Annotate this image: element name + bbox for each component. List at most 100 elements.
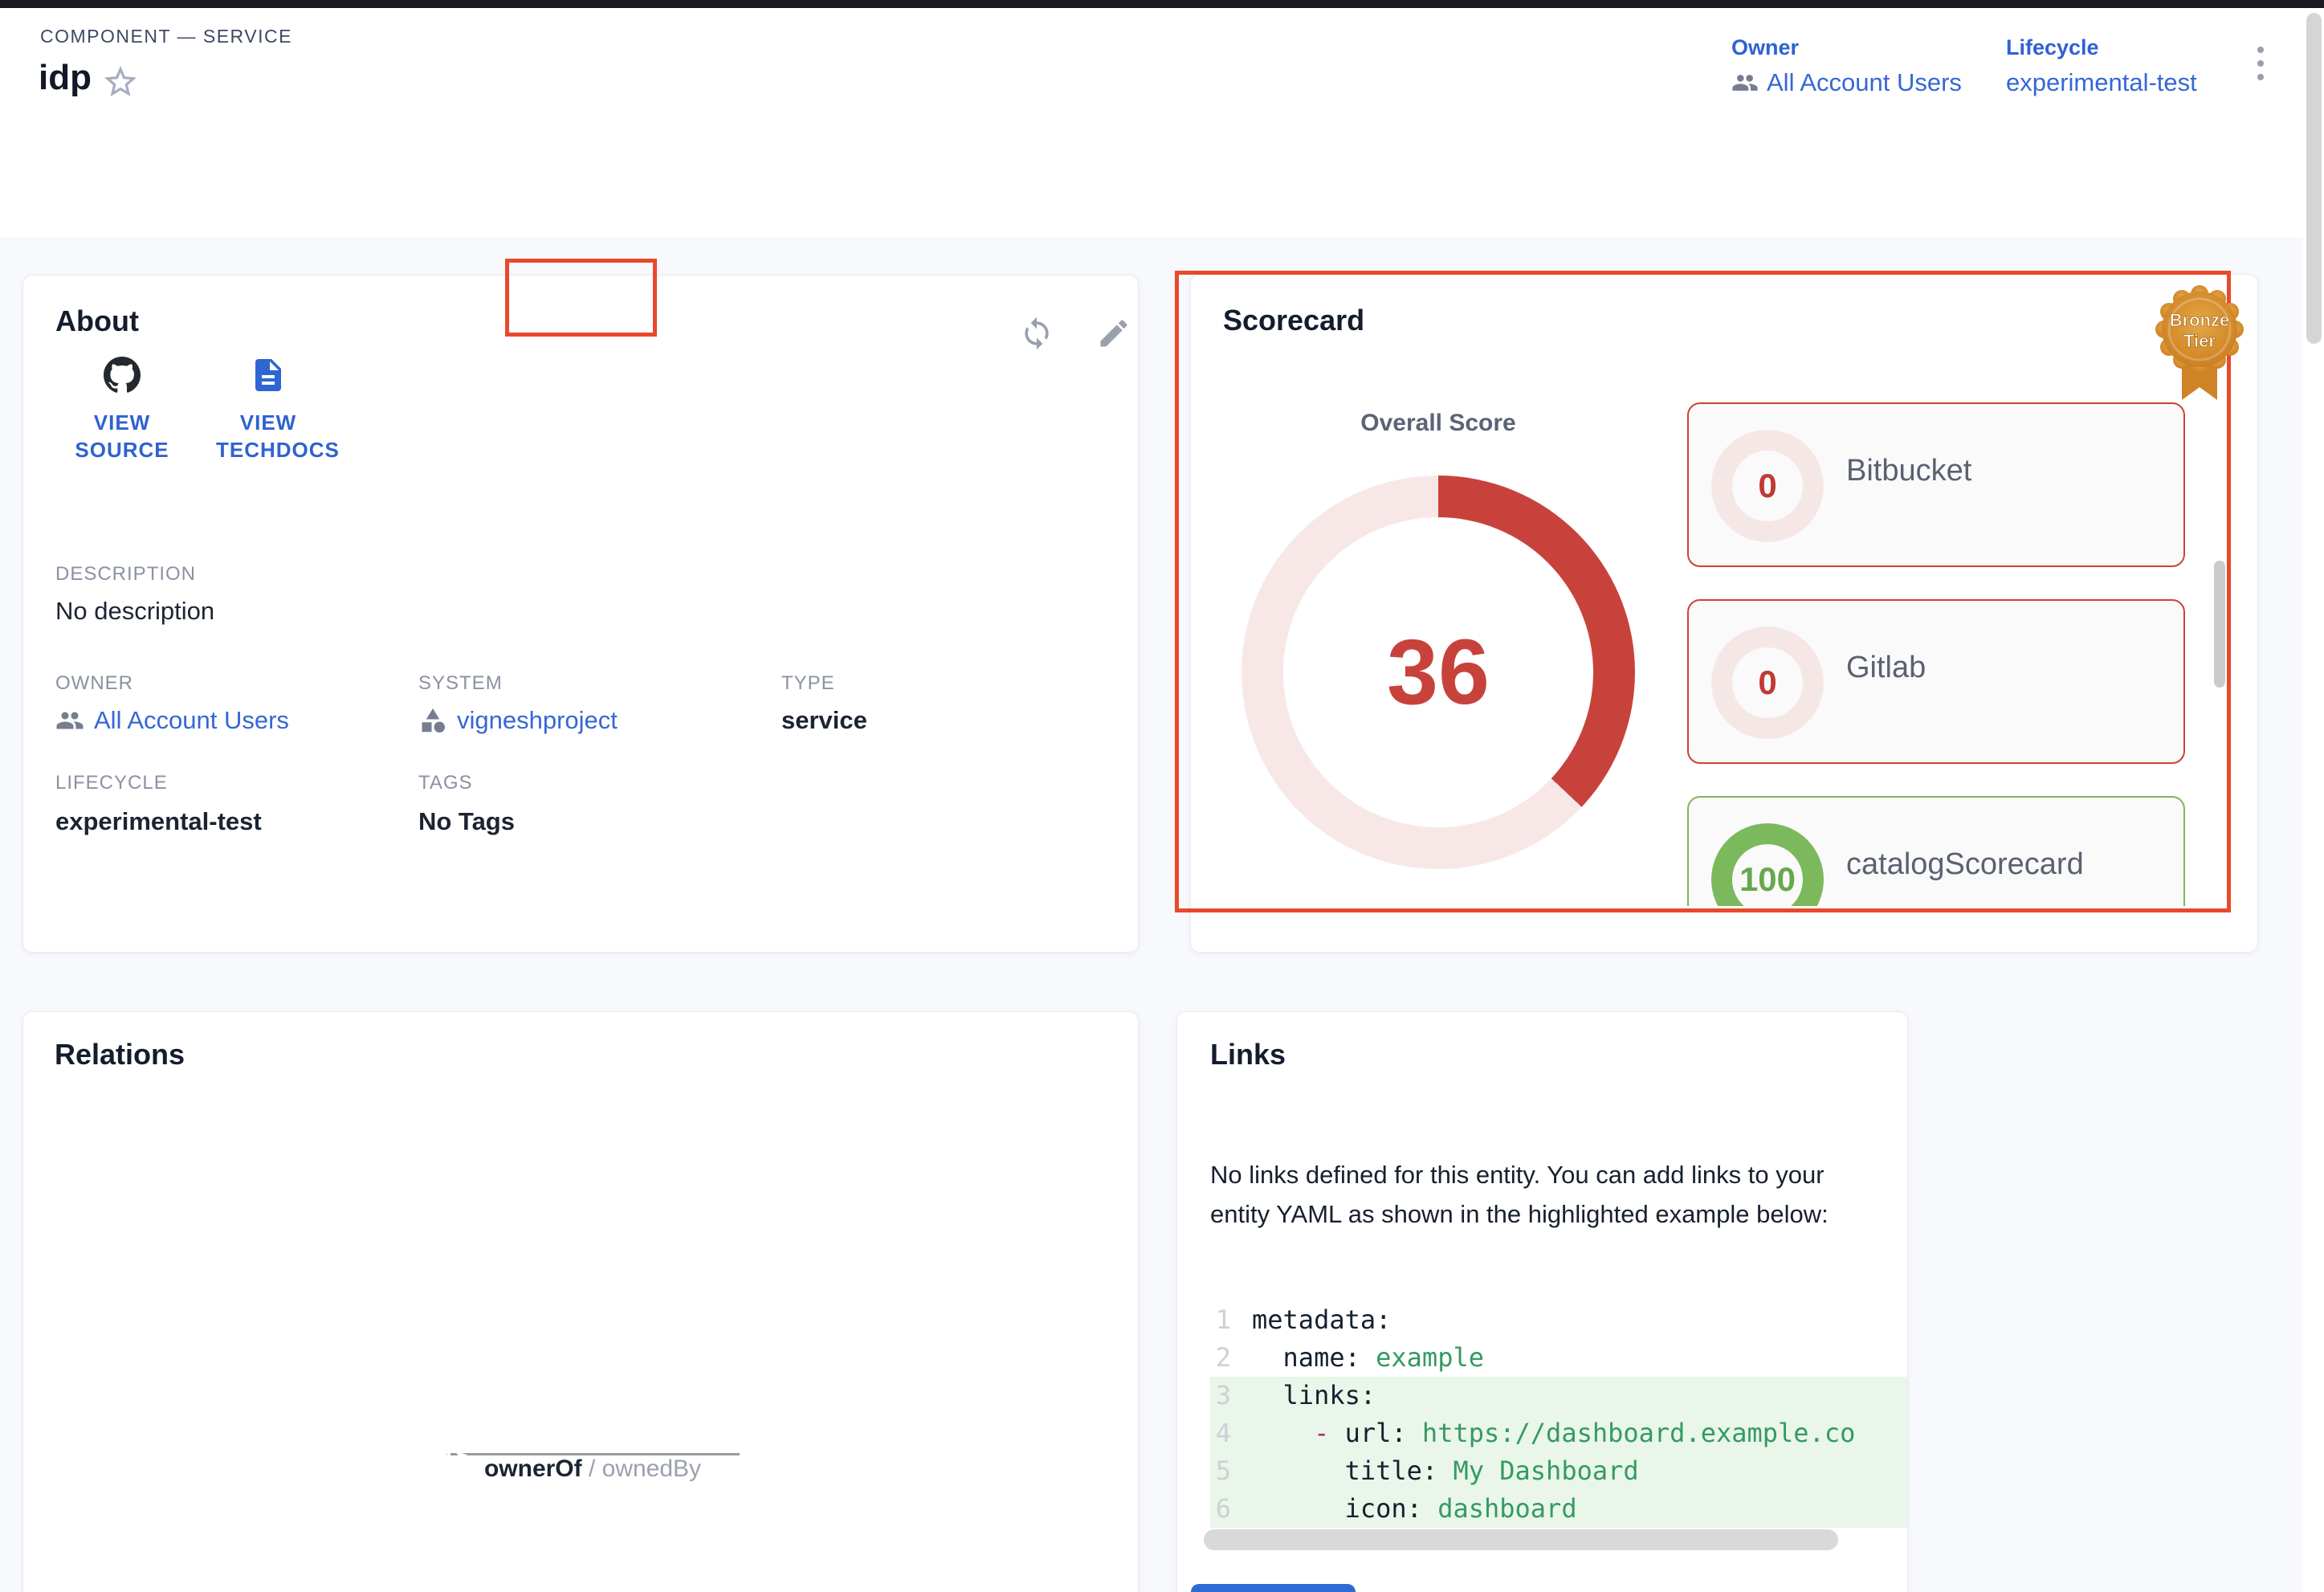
code-value: example [1376, 1342, 1484, 1373]
window-top-bar [0, 0, 2324, 8]
refresh-icon[interactable] [1019, 316, 1054, 351]
relation-ownerof-label: ownerOf [484, 1455, 582, 1482]
people-icon [1731, 69, 1759, 96]
system-value: vigneshproject [457, 706, 618, 735]
line-number: 6 [1210, 1490, 1252, 1528]
bronze-tier-line1: Bronze [2170, 310, 2230, 330]
breadcrumb: COMPONENT — SERVICE [40, 26, 292, 47]
catalogscorecard-label: catalogScorecard [1846, 847, 2084, 882]
about-card: About VIEW SOURCE VIEW TECHDOCS DESCRIPT… [22, 275, 1139, 953]
view-source-label: VIEW SOURCE [70, 409, 174, 463]
github-icon [103, 356, 141, 394]
gitlab-label: Gitlab [1846, 651, 1926, 685]
code-value: dashboard [1437, 1493, 1576, 1524]
owner-label: OWNER [55, 672, 133, 695]
line-number: 4 [1210, 1414, 1252, 1452]
scorecard-item-bitbucket[interactable]: 0 Bitbucket [1687, 402, 2185, 567]
code-line-highlighted: 5 title: My Dashboard [1210, 1452, 1908, 1490]
line-number: 3 [1210, 1377, 1252, 1414]
code-key: icon: [1252, 1493, 1437, 1524]
code-line-highlighted: 6 icon: dashboard [1210, 1490, 1908, 1528]
content-area: About VIEW SOURCE VIEW TECHDOCS DESCRIPT… [0, 237, 2303, 1592]
system-label: SYSTEM [418, 672, 503, 695]
favorite-star-icon[interactable] [101, 63, 140, 101]
catalogscorecard-score-ring: 100 [1711, 823, 1824, 906]
code-line-highlighted: 3 links: [1210, 1377, 1908, 1414]
edit-pencil-icon[interactable] [1096, 316, 1131, 351]
overall-score-label: Overall Score [1242, 410, 1635, 437]
line-number: 2 [1210, 1339, 1252, 1377]
code-dash: - [1252, 1418, 1345, 1448]
header-lifecycle-group: Lifecycle experimental-test [2006, 35, 2197, 97]
header-owner-link[interactable]: All Account Users [1731, 68, 1962, 97]
more-options-kebab-icon[interactable] [2249, 47, 2273, 80]
code-key: links: [1252, 1380, 1376, 1410]
header-owner-label: Owner [1731, 35, 1962, 60]
about-card-title: About [55, 304, 139, 338]
relation-node-owner[interactable]: All Account Users [181, 1422, 493, 1484]
people-icon [55, 706, 84, 735]
overall-score-value: 36 [1387, 619, 1490, 725]
tags-value: No Tags [418, 807, 515, 836]
entity-tabbar: Overview CI/CD Scorecard API Dependencie… [0, 119, 2303, 237]
scorecard-item-catalogscorecard[interactable]: 100 catalogScorecard [1687, 796, 2185, 906]
code-key: title: [1252, 1455, 1453, 1486]
header-lifecycle-label: Lifecycle [2006, 35, 2197, 60]
relation-node-component-label: component:idp [805, 1439, 991, 1468]
partially-visible-blue-button[interactable] [1191, 1584, 1356, 1592]
relations-card-title: Relations [55, 1038, 185, 1072]
view-techdocs-label: VIEW TECHDOCS [216, 409, 320, 463]
code-line: 2 name: example [1210, 1339, 1908, 1377]
bronze-tier-badge: Bronze Tier [2150, 280, 2249, 406]
code-horizontal-scrollbar[interactable] [1204, 1529, 1838, 1550]
line-number: 5 [1210, 1452, 1252, 1490]
relation-edge-label: ownerOf / ownedBy [484, 1455, 701, 1483]
header-lifecycle-value: experimental-test [2006, 68, 2197, 97]
entity-header: COMPONENT — SERVICE idp Owner All Accoun… [0, 8, 2303, 118]
relation-ownedby-label: / ownedBy [582, 1455, 701, 1482]
bitbucket-label: Bitbucket [1846, 454, 1971, 488]
document-icon [249, 356, 287, 394]
links-empty-text: No links defined for this entity. You ca… [1210, 1155, 1882, 1234]
page: COMPONENT — SERVICE idp Owner All Accoun… [0, 0, 2324, 1592]
yaml-code-example: 1 metadata: 2 name: example 3 links: 4 -… [1210, 1301, 1908, 1528]
overall-score-gauge: 36 [1242, 476, 1635, 869]
code-value: https://dashboard.example.co [1422, 1418, 1855, 1448]
catalogscorecard-score-value: 100 [1739, 860, 1796, 899]
code-line-highlighted: 4 - url: https://dashboard.example.co [1210, 1414, 1908, 1452]
links-card-title: Links [1210, 1038, 1286, 1072]
gitlab-score-value: 0 [1758, 663, 1776, 702]
bitbucket-score-ring: 0 [1711, 430, 1824, 542]
code-line: 1 metadata: [1210, 1301, 1908, 1339]
owner-value: All Account Users [94, 706, 289, 735]
people-icon [206, 1438, 236, 1468]
view-techdocs-button[interactable]: VIEW TECHDOCS [192, 356, 345, 463]
relations-card: Relations All Account Users component:id… [22, 1011, 1139, 1592]
chip-icon [764, 1439, 793, 1467]
links-card: Links No links defined for this entity. … [1176, 1011, 1908, 1592]
scorecard-card-title: Scorecard [1223, 304, 1364, 337]
gitlab-score-ring: 0 [1711, 627, 1824, 739]
code-key: name: [1252, 1342, 1376, 1373]
code-key: url: [1345, 1418, 1422, 1448]
system-link[interactable]: vigneshproject [418, 706, 618, 735]
page-scrollbar-thumb[interactable] [2306, 13, 2322, 344]
relation-node-owner-label: All Account Users [249, 1439, 469, 1468]
lifecycle-label: LIFECYCLE [55, 772, 168, 794]
scorecard-item-gitlab[interactable]: 0 Gitlab [1687, 599, 2185, 764]
type-value: service [781, 706, 867, 735]
tags-label: TAGS [418, 772, 473, 794]
bitbucket-score-value: 0 [1758, 467, 1776, 505]
code-key: metadata: [1252, 1304, 1391, 1335]
category-icon [418, 706, 447, 735]
header-owner-value: All Account Users [1767, 68, 1962, 97]
relation-node-component[interactable]: component:idp [740, 1422, 1015, 1484]
type-label: TYPE [781, 672, 835, 695]
lifecycle-value: experimental-test [55, 807, 262, 836]
description-value: No description [55, 597, 214, 626]
bronze-tier-line2: Tier [2183, 331, 2216, 351]
owner-link[interactable]: All Account Users [55, 706, 289, 735]
scorecard-list-scrollbar[interactable] [2214, 561, 2225, 688]
description-label: DESCRIPTION [55, 563, 196, 586]
view-source-button[interactable]: VIEW SOURCE [46, 356, 198, 463]
